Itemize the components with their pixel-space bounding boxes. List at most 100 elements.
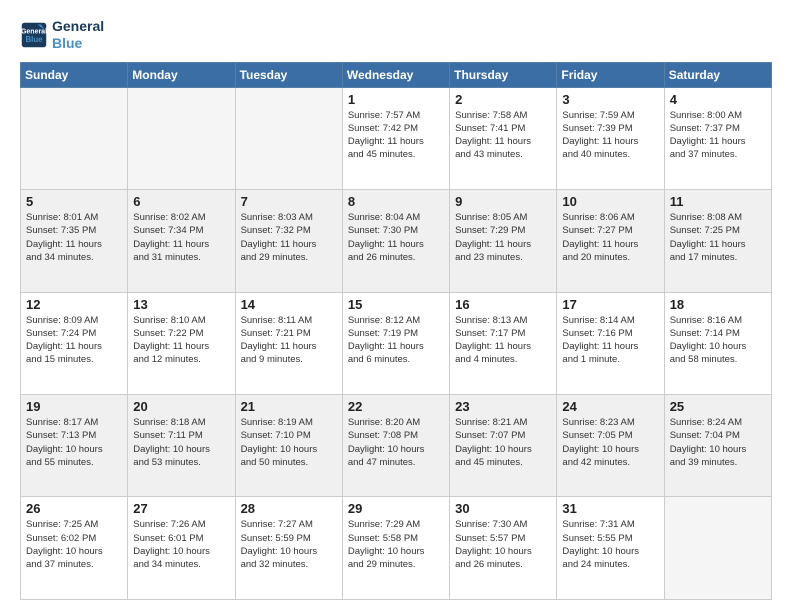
cell-info: Sunrise: 8:08 AM Sunset: 7:25 PM Dayligh… [670,211,766,264]
cell-info: Sunrise: 8:16 AM Sunset: 7:14 PM Dayligh… [670,314,766,367]
calendar-week-row: 19Sunrise: 8:17 AM Sunset: 7:13 PM Dayli… [21,395,772,497]
calendar-cell: 30 Sunrise: 7:30 AM Sunset: 5:57 PM Dayli… [450,497,557,600]
calendar-cell [664,497,771,600]
calendar-cell: 14 Sunrise: 8:11 AM Sunset: 7:21 PM Dayli… [235,292,342,394]
calendar-cell: 19Sunrise: 8:17 AM Sunset: 7:13 PM Dayli… [21,395,128,497]
weekday-header-tuesday: Tuesday [235,62,342,87]
day-number: 22 [348,399,444,414]
cell-info: Sunrise: 8:09 AM Sunset: 7:24 PM Dayligh… [26,314,122,367]
cell-info: Sunrise: 7:57 AM Sunset: 7:42 PM Dayligh… [348,109,444,162]
calendar-cell: 25 Sunrise: 8:24 AM Sunset: 7:04 PM Dayli… [664,395,771,497]
day-number: 25 [670,399,766,414]
day-number: 24 [562,399,658,414]
cell-info: Sunrise: 8:03 AM Sunset: 7:32 PM Dayligh… [241,211,337,264]
cell-info: Sunrise: 8:12 AM Sunset: 7:19 PM Dayligh… [348,314,444,367]
day-number: 8 [348,194,444,209]
day-number: 14 [241,297,337,312]
calendar-cell: 11Sunrise: 8:08 AM Sunset: 7:25 PM Dayli… [664,190,771,292]
day-number: 15 [348,297,444,312]
page-header: General Blue GeneralBlue [20,18,772,52]
day-number: 23 [455,399,551,414]
calendar-cell: 3 Sunrise: 7:59 AM Sunset: 7:39 PM Daylig… [557,87,664,189]
day-number: 27 [133,501,229,516]
cell-info: Sunrise: 8:02 AM Sunset: 7:34 PM Dayligh… [133,211,229,264]
day-number: 30 [455,501,551,516]
cell-info: Sunrise: 8:01 AM Sunset: 7:35 PM Dayligh… [26,211,122,264]
cell-info: Sunrise: 8:00 AM Sunset: 7:37 PM Dayligh… [670,109,766,162]
cell-info: Sunrise: 7:26 AM Sunset: 6:01 PM Dayligh… [133,518,229,571]
calendar-cell: 17 Sunrise: 8:14 AM Sunset: 7:16 PM Dayli… [557,292,664,394]
day-number: 10 [562,194,658,209]
day-number: 29 [348,501,444,516]
cell-info: Sunrise: 8:10 AM Sunset: 7:22 PM Dayligh… [133,314,229,367]
calendar-cell: 24 Sunrise: 8:23 AM Sunset: 7:05 PM Dayli… [557,395,664,497]
calendar-table: SundayMondayTuesdayWednesdayThursdayFrid… [20,62,772,600]
day-number: 31 [562,501,658,516]
day-number: 19 [26,399,122,414]
calendar-cell: 31 Sunrise: 7:31 AM Sunset: 5:55 PM Dayli… [557,497,664,600]
calendar-cell: 2 Sunrise: 7:58 AM Sunset: 7:41 PM Daylig… [450,87,557,189]
calendar-cell: 20 Sunrise: 8:18 AM Sunset: 7:11 PM Dayli… [128,395,235,497]
calendar-cell: 7 Sunrise: 8:03 AM Sunset: 7:32 PM Daylig… [235,190,342,292]
calendar-cell: 27 Sunrise: 7:26 AM Sunset: 6:01 PM Dayli… [128,497,235,600]
calendar-cell [128,87,235,189]
calendar-cell: 12 Sunrise: 8:09 AM Sunset: 7:24 PM Dayli… [21,292,128,394]
calendar-week-row: 12 Sunrise: 8:09 AM Sunset: 7:24 PM Dayli… [21,292,772,394]
cell-info: Sunrise: 8:04 AM Sunset: 7:30 PM Dayligh… [348,211,444,264]
day-number: 16 [455,297,551,312]
day-number: 6 [133,194,229,209]
weekday-header-row: SundayMondayTuesdayWednesdayThursdayFrid… [21,62,772,87]
weekday-header-friday: Friday [557,62,664,87]
cell-info: Sunrise: 8:20 AM Sunset: 7:08 PM Dayligh… [348,416,444,469]
calendar-cell: 13 Sunrise: 8:10 AM Sunset: 7:22 PM Dayli… [128,292,235,394]
calendar-cell: 26Sunrise: 7:25 AM Sunset: 6:02 PM Dayli… [21,497,128,600]
day-number: 9 [455,194,551,209]
cell-info: Sunrise: 7:59 AM Sunset: 7:39 PM Dayligh… [562,109,658,162]
day-number: 3 [562,92,658,107]
cell-info: Sunrise: 7:27 AM Sunset: 5:59 PM Dayligh… [241,518,337,571]
logo-icon: General Blue [20,21,48,49]
calendar-cell: 23Sunrise: 8:21 AM Sunset: 7:07 PM Dayli… [450,395,557,497]
cell-info: Sunrise: 8:14 AM Sunset: 7:16 PM Dayligh… [562,314,658,367]
cell-info: Sunrise: 7:58 AM Sunset: 7:41 PM Dayligh… [455,109,551,162]
weekday-header-monday: Monday [128,62,235,87]
calendar-cell [235,87,342,189]
calendar-cell: 16 Sunrise: 8:13 AM Sunset: 7:17 PM Dayli… [450,292,557,394]
calendar-cell: 6 Sunrise: 8:02 AM Sunset: 7:34 PM Daylig… [128,190,235,292]
day-number: 4 [670,92,766,107]
calendar-cell: 29 Sunrise: 7:29 AM Sunset: 5:58 PM Dayli… [342,497,449,600]
day-number: 12 [26,297,122,312]
logo-text: GeneralBlue [52,18,104,52]
cell-info: Sunrise: 7:30 AM Sunset: 5:57 PM Dayligh… [455,518,551,571]
day-number: 28 [241,501,337,516]
cell-info: Sunrise: 8:18 AM Sunset: 7:11 PM Dayligh… [133,416,229,469]
calendar-cell: 28 Sunrise: 7:27 AM Sunset: 5:59 PM Dayli… [235,497,342,600]
calendar-cell: 22 Sunrise: 8:20 AM Sunset: 7:08 PM Dayli… [342,395,449,497]
cell-info: Sunrise: 8:23 AM Sunset: 7:05 PM Dayligh… [562,416,658,469]
cell-info: Sunrise: 7:25 AM Sunset: 6:02 PM Dayligh… [26,518,122,571]
day-number: 21 [241,399,337,414]
logo: General Blue GeneralBlue [20,18,104,52]
day-number: 17 [562,297,658,312]
calendar-cell: 21Sunrise: 8:19 AM Sunset: 7:10 PM Dayli… [235,395,342,497]
day-number: 5 [26,194,122,209]
cell-info: Sunrise: 8:11 AM Sunset: 7:21 PM Dayligh… [241,314,337,367]
calendar-cell: 9Sunrise: 8:05 AM Sunset: 7:29 PM Daylig… [450,190,557,292]
day-number: 20 [133,399,229,414]
cell-info: Sunrise: 8:24 AM Sunset: 7:04 PM Dayligh… [670,416,766,469]
calendar-week-row: 26Sunrise: 7:25 AM Sunset: 6:02 PM Dayli… [21,497,772,600]
calendar-week-row: 5 Sunrise: 8:01 AM Sunset: 7:35 PM Daylig… [21,190,772,292]
cell-info: Sunrise: 7:31 AM Sunset: 5:55 PM Dayligh… [562,518,658,571]
calendar-cell: 18Sunrise: 8:16 AM Sunset: 7:14 PM Dayli… [664,292,771,394]
day-number: 2 [455,92,551,107]
weekday-header-saturday: Saturday [664,62,771,87]
cell-info: Sunrise: 7:29 AM Sunset: 5:58 PM Dayligh… [348,518,444,571]
cell-info: Sunrise: 8:13 AM Sunset: 7:17 PM Dayligh… [455,314,551,367]
calendar-cell: 5 Sunrise: 8:01 AM Sunset: 7:35 PM Daylig… [21,190,128,292]
calendar-cell: 8 Sunrise: 8:04 AM Sunset: 7:30 PM Daylig… [342,190,449,292]
day-number: 13 [133,297,229,312]
weekday-header-thursday: Thursday [450,62,557,87]
day-number: 7 [241,194,337,209]
calendar-cell [21,87,128,189]
calendar-cell: 4 Sunrise: 8:00 AM Sunset: 7:37 PM Daylig… [664,87,771,189]
